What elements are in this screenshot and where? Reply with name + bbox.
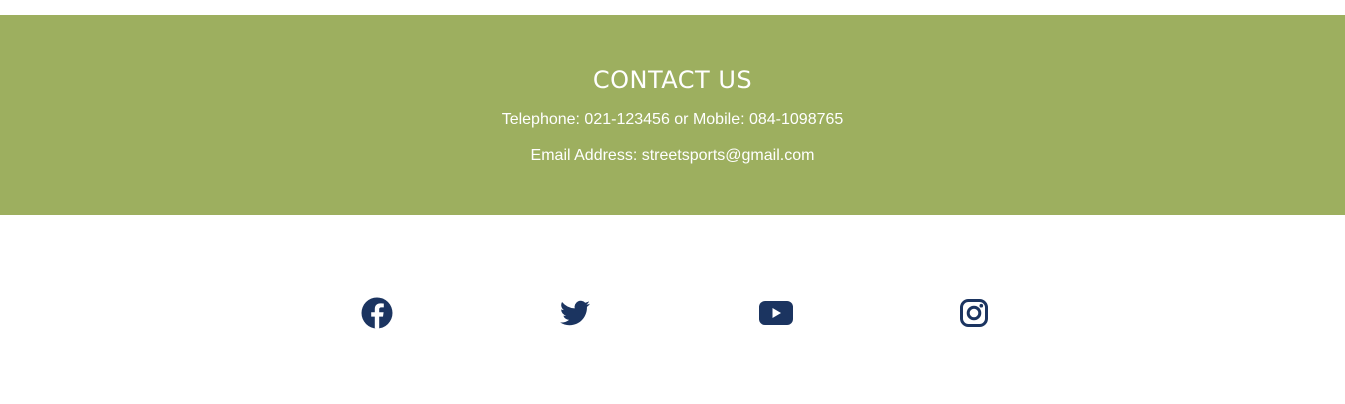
contact-title: CONTACT US bbox=[592, 66, 753, 94]
instagram-icon bbox=[960, 299, 988, 327]
contact-section: CONTACT US Telephone: 021-123456 or Mobi… bbox=[0, 15, 1345, 215]
facebook-link[interactable] bbox=[359, 295, 395, 331]
twitter-icon bbox=[560, 300, 590, 326]
social-links bbox=[0, 295, 1345, 331]
twitter-link[interactable] bbox=[557, 295, 593, 331]
contact-email-line: Email Address: streetsports@gmail.com bbox=[530, 147, 815, 164]
contact-phone-line: Telephone: 021-123456 or Mobile: 084-109… bbox=[501, 111, 844, 128]
youtube-link[interactable] bbox=[758, 295, 794, 331]
youtube-icon bbox=[759, 301, 793, 325]
facebook-icon bbox=[361, 297, 393, 329]
instagram-link[interactable] bbox=[956, 295, 992, 331]
